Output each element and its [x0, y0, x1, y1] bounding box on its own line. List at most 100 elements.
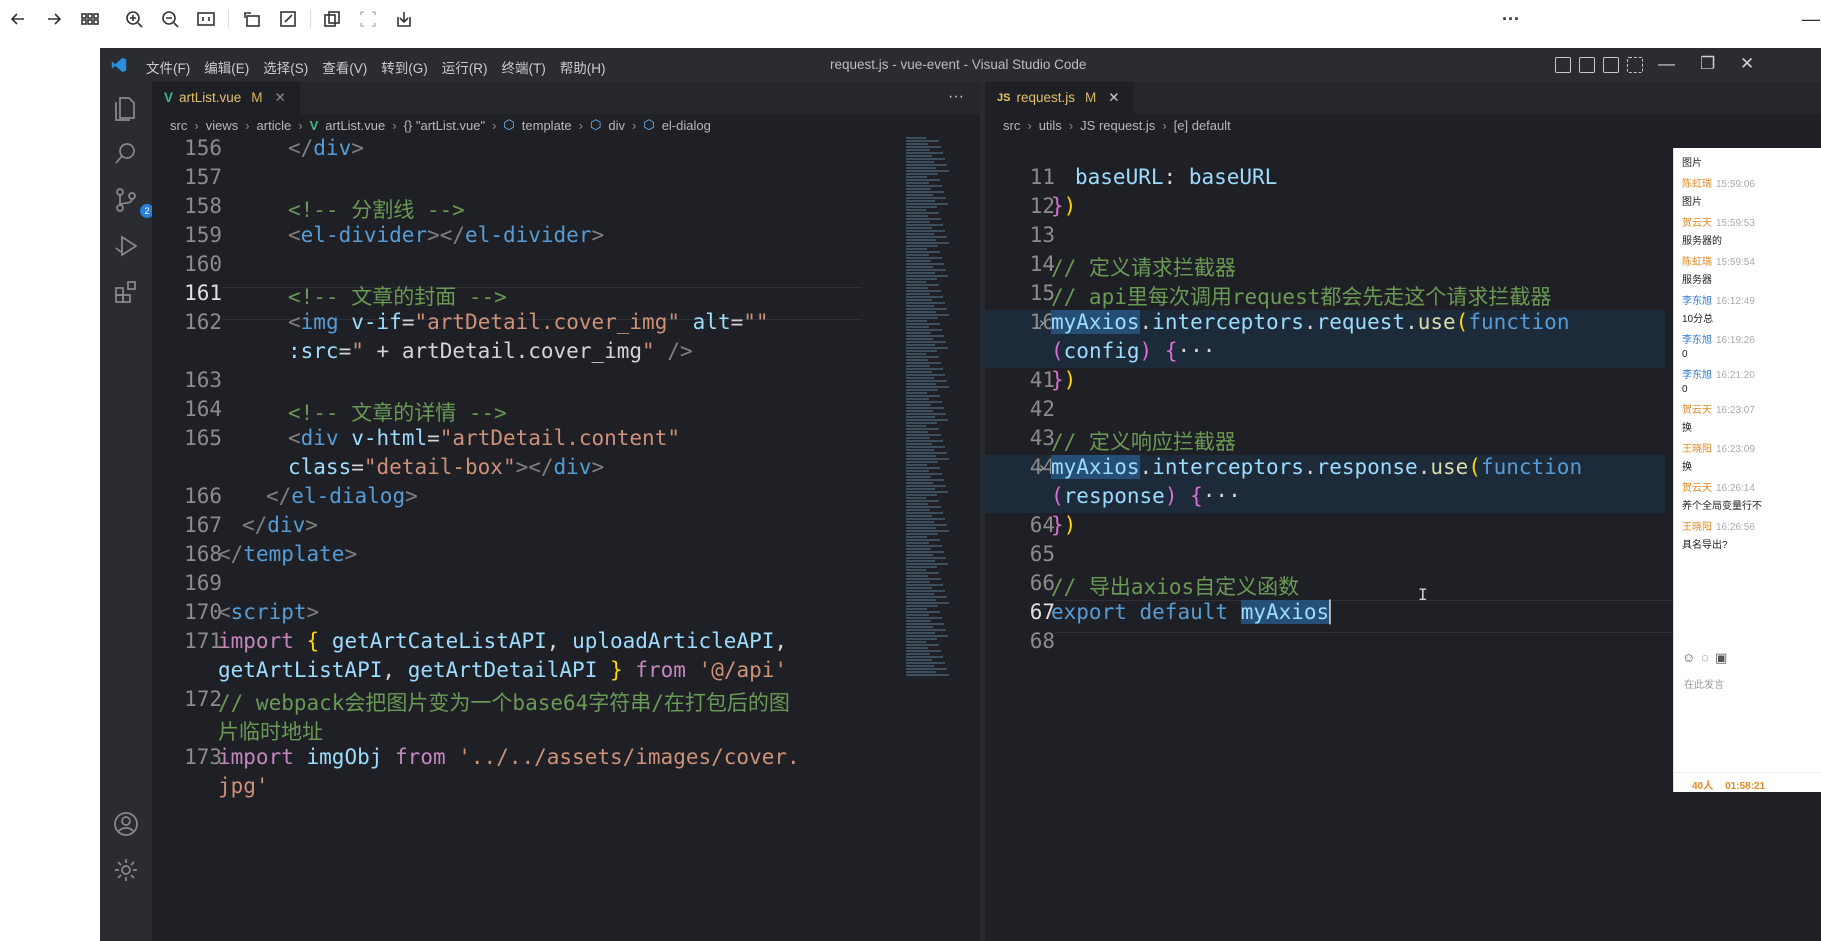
breadcrumb-item[interactable]: {} "artList.vue" [404, 118, 486, 133]
account-icon[interactable] [112, 810, 140, 838]
code-line: // 定义响应拦截器 [1051, 430, 1236, 454]
code-line: (config) {··· [1051, 339, 1216, 363]
menu-run[interactable]: 运行(R) [442, 57, 488, 77]
minimap-line [906, 599, 936, 601]
minimap-line [906, 539, 940, 541]
minimap-line [906, 353, 926, 355]
close-button[interactable]: ✕ [1740, 54, 1754, 74]
settings-gear-icon[interactable] [112, 856, 140, 884]
minimap-line [906, 506, 941, 508]
toggle-secondary-sidebar-icon[interactable] [1603, 57, 1619, 73]
extensions-icon[interactable] [112, 278, 140, 306]
code-line: getArtListAPI, getArtDetailAPI } from '@… [218, 658, 788, 682]
download-icon[interactable] [390, 6, 418, 32]
forward-arrow-icon[interactable] [40, 6, 68, 32]
minimap-line [906, 608, 927, 610]
edit-icon[interactable] [274, 6, 302, 32]
breadcrumb-item[interactable]: src [170, 118, 187, 133]
tab-artlist-vue[interactable]: V artList.vue M ✕ [152, 82, 300, 114]
minimap-line [906, 197, 946, 199]
crop-icon[interactable] [354, 6, 382, 32]
menu-go[interactable]: 转到(G) [381, 57, 428, 77]
minimap-line [906, 494, 937, 496]
search-icon[interactable] [112, 140, 140, 168]
left-code-area[interactable]: 156 </div> 157 158 <!-- 分割线 --> 159 <el-div… [152, 136, 980, 941]
minimap-line [906, 203, 948, 205]
code-line: </template> [218, 542, 358, 566]
breadcrumb-item[interactable]: div [608, 118, 625, 133]
chat-sender: 贺云天 [1682, 483, 1712, 494]
toggle-sidebar-icon[interactable] [1555, 57, 1571, 73]
rotate-icon[interactable] [238, 6, 266, 32]
code-line: <!-- 文章的封面 --> [288, 285, 507, 309]
minimap-line [906, 194, 933, 196]
menu-help[interactable]: 帮助(H) [560, 57, 606, 77]
explorer-icon[interactable] [112, 94, 140, 122]
tab-close-icon[interactable]: ✕ [1108, 90, 1119, 114]
zoom-in-icon[interactable] [120, 6, 148, 32]
minimap-line [906, 473, 942, 475]
breadcrumb-item[interactable]: template [522, 118, 572, 133]
chat-input[interactable]: 在此发言 [1684, 676, 1724, 691]
minimap-line [906, 224, 943, 226]
minimap-line [906, 371, 932, 373]
breadcrumb-item[interactable]: el-dialog [662, 118, 711, 133]
breadcrumb-item[interactable]: artList.vue [325, 118, 385, 133]
chat-bubble-icon[interactable]: ◌ [1701, 650, 1709, 666]
line-number: 161 [184, 281, 222, 305]
back-arrow-icon[interactable] [4, 6, 32, 32]
breadcrumb-item[interactable]: [e] default [1174, 118, 1231, 133]
chat-message: 李东旭 16:12:49 10分总 [1674, 289, 1821, 328]
editor-more-actions-icon[interactable]: ··· [948, 88, 964, 106]
breadcrumb-item[interactable]: article [257, 118, 292, 133]
minimize-icon[interactable]: — [1797, 6, 1821, 32]
restore-button[interactable]: ❐ [1700, 54, 1715, 74]
minimap-line [906, 143, 928, 145]
minimap-line [906, 356, 939, 358]
grid-icon[interactable] [76, 6, 104, 32]
line-number: 170 [184, 600, 222, 624]
line-number: 41 [1029, 368, 1055, 392]
tab-request-js[interactable]: JS request.js M ✕ [985, 82, 1134, 114]
image-icon[interactable]: ▣ [1715, 650, 1727, 666]
left-minimap[interactable] [906, 136, 950, 941]
copy-icon[interactable] [318, 6, 346, 32]
menu-bar: 文件(F) 编辑(E) 选择(S) 查看(V) 转到(G) 运行(R) 终端(T… [146, 57, 606, 77]
fold-chevron-icon[interactable]: › [1037, 458, 1047, 477]
tab-close-icon[interactable]: ✕ [275, 90, 286, 114]
code-line: class="detail-box"></div> [288, 455, 605, 479]
fold-chevron-icon[interactable]: › [1037, 313, 1047, 332]
minimap-line [906, 401, 942, 403]
menu-view[interactable]: 查看(V) [322, 57, 367, 77]
menu-terminal[interactable]: 终端(T) [502, 57, 546, 77]
code-line: }) [1051, 194, 1077, 218]
menu-selection[interactable]: 选择(S) [263, 57, 308, 77]
customize-layout-icon[interactable] [1627, 57, 1643, 73]
breadcrumb-item[interactable]: src [1003, 118, 1020, 133]
minimap-line [906, 305, 934, 307]
code-line: </el-dialog> [266, 484, 418, 508]
line-number: 157 [184, 165, 222, 189]
chat-message: 贺云天 15:59:53 服务器的 [1674, 211, 1821, 250]
menu-edit[interactable]: 编辑(E) [204, 57, 249, 77]
breadcrumb-item[interactable]: utils [1039, 118, 1062, 133]
minimap-line [906, 674, 949, 676]
code-line: }) [1051, 368, 1077, 392]
breadcrumb-item[interactable]: JS request.js [1080, 118, 1155, 133]
zoom-out-icon[interactable] [156, 6, 184, 32]
minimize-button[interactable]: — [1658, 54, 1675, 74]
line-number: 68 [1029, 629, 1055, 653]
source-control-icon[interactable]: 2 [112, 186, 154, 218]
run-debug-icon[interactable] [112, 232, 140, 260]
more-icon[interactable]: ··· [1497, 6, 1525, 32]
minimap-line [906, 278, 937, 280]
emoji-icon[interactable]: ☺ [1682, 650, 1695, 666]
menu-file[interactable]: 文件(F) [146, 57, 190, 77]
fit-icon[interactable] [192, 6, 220, 32]
minimap-line [906, 461, 938, 463]
toggle-panel-icon[interactable] [1579, 57, 1595, 73]
minimap-line [906, 320, 927, 322]
minimap-line [906, 404, 931, 406]
code-line: // api里每次调用request都会先走这个请求拦截器 [1051, 285, 1552, 309]
breadcrumb-item[interactable]: views [206, 118, 239, 133]
